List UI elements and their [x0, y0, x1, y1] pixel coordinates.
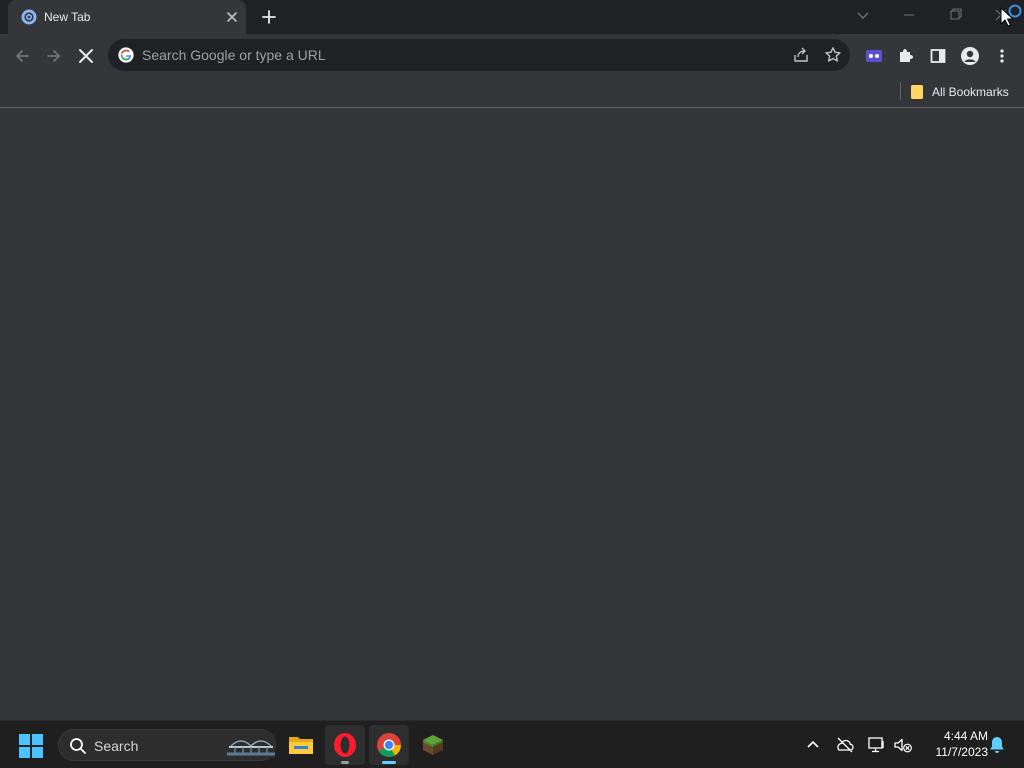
- search-highlight-bridge-icon: [227, 734, 275, 758]
- forward-button[interactable]: [41, 43, 67, 69]
- extensions-button[interactable]: [893, 43, 919, 69]
- close-tab-icon[interactable]: [224, 9, 240, 25]
- chrome-icon: [377, 733, 401, 758]
- tab-new-tab[interactable]: New Tab: [8, 0, 246, 34]
- close-icon: [79, 49, 93, 63]
- volume-muted-icon[interactable]: [893, 735, 913, 755]
- opera-icon: [334, 733, 356, 757]
- chrome-menu-button[interactable]: [989, 43, 1015, 69]
- extension-app-icon: [866, 50, 882, 62]
- folder-icon: [289, 737, 313, 754]
- title-bar: New Tab: [0, 0, 1024, 34]
- chrome-newtab-icon: [21, 9, 37, 25]
- arrow-right-icon: [47, 50, 60, 62]
- side-panel-button[interactable]: [925, 43, 951, 69]
- clock-date: 11/7/2023: [935, 745, 989, 759]
- taskbar-search-box[interactable]: Search: [58, 729, 276, 761]
- taskbar-search-label: Search: [94, 738, 139, 754]
- minecraft-grass-block-icon: [423, 735, 443, 755]
- address-bar[interactable]: [108, 39, 850, 71]
- back-button[interactable]: [9, 43, 35, 69]
- notification-bell-icon[interactable]: [988, 735, 1006, 755]
- taskbar-app-opera[interactable]: [325, 725, 365, 765]
- chevron-down-icon[interactable]: [854, 6, 872, 24]
- profile-icon: [961, 47, 979, 65]
- google-g-icon: [118, 47, 134, 63]
- address-input[interactable]: [142, 45, 762, 65]
- system-clock[interactable]: 4:44 AM 11/7/2023: [918, 728, 989, 760]
- tab-title: New Tab: [44, 10, 91, 24]
- arrow-left-icon: [16, 50, 29, 62]
- share-icon[interactable]: [792, 46, 810, 64]
- bookmarks-bar: All Bookmarks: [0, 76, 1024, 108]
- page-content: [0, 109, 1024, 720]
- new-tab-plus-icon[interactable]: [258, 6, 280, 28]
- windows-start-icon[interactable]: [18, 733, 44, 759]
- active-indicator: [382, 761, 396, 764]
- bookmark-star-icon[interactable]: [824, 46, 842, 64]
- taskbar-app-file-explorer[interactable]: [281, 725, 321, 765]
- clock-time: 4:44 AM: [943, 729, 988, 743]
- busy-cursor-icon: [1000, 4, 1022, 27]
- stop-loading-button[interactable]: [73, 43, 99, 69]
- folder-icon: [911, 85, 923, 99]
- network-icon[interactable]: [867, 735, 887, 755]
- all-bookmarks-button[interactable]: All Bookmarks: [910, 82, 1009, 102]
- toolbar: [0, 34, 1024, 76]
- taskbar: Search 4:44 AM 11/7/2023: [0, 720, 1024, 768]
- restore-icon[interactable]: [940, 4, 970, 26]
- search-icon: [70, 738, 86, 754]
- extension-button[interactable]: [861, 43, 887, 69]
- side-panel-icon: [930, 49, 946, 63]
- chevron-up-icon[interactable]: [803, 735, 823, 755]
- bookmarks-divider: [900, 82, 901, 100]
- taskbar-app-minecraft[interactable]: [413, 725, 453, 765]
- minimize-icon[interactable]: [894, 4, 924, 26]
- all-bookmarks-label: All Bookmarks: [932, 85, 1009, 99]
- running-indicator: [341, 761, 349, 764]
- profile-button[interactable]: [957, 43, 983, 69]
- taskbar-app-chrome[interactable]: [369, 725, 409, 765]
- onedrive-offline-icon[interactable]: [835, 735, 855, 755]
- more-vert-icon: [1000, 49, 1004, 63]
- puzzle-icon: [900, 49, 913, 62]
